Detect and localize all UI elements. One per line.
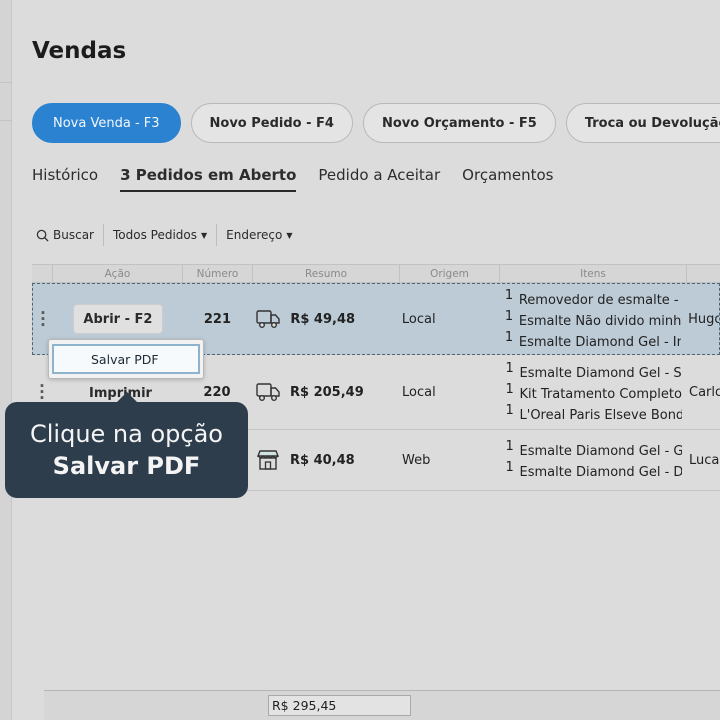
row-menu-icon[interactable]: · · ·	[32, 379, 52, 406]
address-filter-label: Endereço	[226, 228, 283, 242]
store-icon	[256, 450, 280, 470]
action-buttons: Nova Venda - F3 Novo Pedido - F4 Novo Or…	[32, 103, 720, 143]
order-client: Carlo	[689, 384, 720, 400]
order-total: R$ 205,49	[290, 384, 364, 400]
search-button[interactable]: Buscar	[36, 224, 103, 246]
save-pdf-option[interactable]: Salvar PDF	[52, 344, 200, 374]
column-header-action: Ação	[52, 265, 182, 282]
order-items: 1 Removedor de esmalte - S 1 Esmalte Não d…	[504, 287, 681, 350]
order-client: Luca	[689, 452, 720, 468]
left-sidebar-strip	[0, 0, 12, 720]
tooltip-line-1: Clique na opção	[30, 420, 223, 448]
table-footer: R$ 295,45	[44, 690, 720, 720]
order-origin: Web	[402, 452, 431, 468]
order-total: R$ 40,48	[290, 452, 355, 468]
new-order-button[interactable]: Novo Pedido - F4	[190, 103, 353, 143]
tabs: Histórico 3 Pedidos em Aberto Pedido a A…	[32, 166, 553, 192]
order-client: Hugo	[688, 311, 719, 327]
new-sale-button[interactable]: Nova Venda - F3	[32, 103, 181, 143]
search-icon	[36, 229, 49, 242]
order-number: 220	[203, 384, 231, 400]
tab-orders-to-accept[interactable]: Pedido a Aceitar	[318, 166, 440, 192]
order-items: 1 Esmalte Diamond Gel - Gin 1 Esmalte Diam…	[505, 439, 682, 480]
grand-total: R$ 295,45	[268, 695, 411, 716]
open-order-button[interactable]: Abrir - F2	[72, 304, 163, 334]
filter-bar: Buscar Todos Pedidos ▼ Endereço ▼	[36, 224, 302, 246]
truck-icon	[256, 383, 280, 401]
page-title: Vendas	[32, 38, 127, 64]
tutorial-tooltip: Clique na opção Salvar PDF	[5, 402, 248, 498]
tab-quotes[interactable]: Orçamentos	[462, 166, 553, 192]
column-header-client	[686, 265, 720, 282]
tab-open-orders[interactable]: 3 Pedidos em Aberto	[120, 166, 297, 192]
column-header-origin: Origem	[399, 265, 499, 282]
orders-filter-dropdown[interactable]: Todos Pedidos ▼	[102, 224, 216, 246]
order-total: R$ 49,48	[290, 311, 356, 327]
caret-down-icon: ▼	[286, 230, 293, 240]
truck-icon	[256, 310, 281, 328]
row-action-dropdown: Salvar PDF	[48, 339, 204, 379]
order-summary: R$ 205,49	[252, 382, 399, 402]
column-header-summary: Resumo	[252, 265, 399, 282]
column-header-items: Itens	[499, 265, 686, 282]
table-header: Ação Número Resumo Origem Itens	[32, 264, 720, 283]
caret-down-icon: ▼	[201, 230, 208, 240]
order-items: 1 Esmalte Diamond Gel - Se 1 Kit Tratament…	[505, 360, 682, 423]
exchange-return-button[interactable]: Troca ou Devolução	[565, 103, 720, 143]
order-origin: Local	[401, 311, 436, 327]
new-quote-button[interactable]: Novo Orçamento - F5	[362, 103, 556, 143]
order-summary: R$ 40,48	[252, 449, 399, 471]
row-menu-icon[interactable]: · · ·	[33, 306, 53, 333]
address-filter-dropdown[interactable]: Endereço ▼	[216, 224, 301, 246]
order-summary: R$ 49,48	[252, 309, 399, 329]
tab-history[interactable]: Histórico	[32, 166, 98, 192]
column-header-number: Número	[182, 265, 252, 282]
tooltip-line-2: Salvar PDF	[52, 452, 201, 480]
column-header	[32, 265, 52, 282]
search-label: Buscar	[53, 228, 94, 242]
orders-filter-label: Todos Pedidos	[112, 228, 197, 242]
order-origin: Local	[402, 384, 436, 400]
order-number: 221	[203, 311, 232, 327]
